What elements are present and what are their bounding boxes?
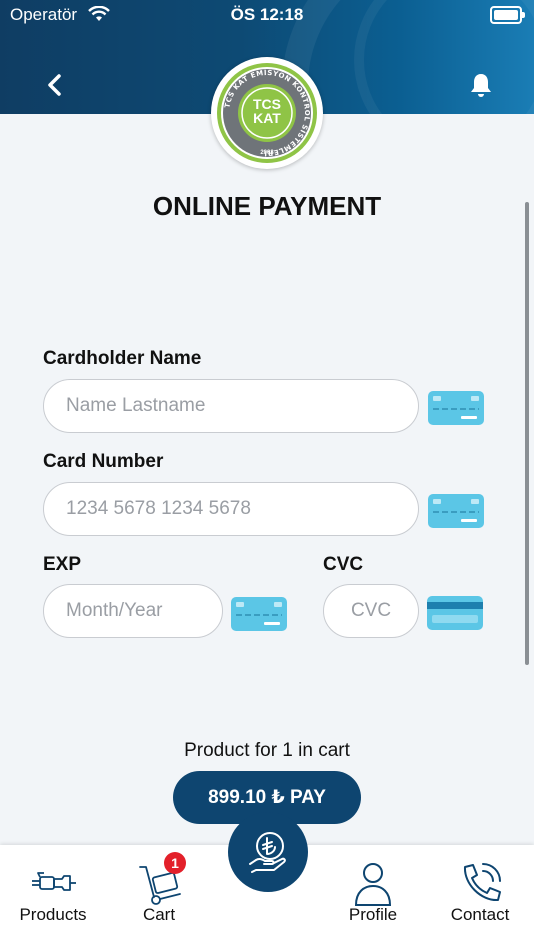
bell-icon[interactable]: [468, 71, 494, 99]
phone-icon: [463, 863, 501, 902]
battery-icon: [490, 6, 525, 24]
tab-contact-label: Contact: [450, 905, 510, 924]
logo-emblem: TCS KAT EMİSYON KONTROL SİSTEMLERİ TCS K…: [217, 63, 317, 163]
tab-cart[interactable]: Cart: [106, 845, 212, 935]
clock: ÖS 12:18: [230, 5, 304, 24]
cart-summary: Product for 1 in cart: [184, 740, 350, 761]
exp-label: EXP: [43, 554, 82, 575]
tab-profile-label: Profile: [348, 905, 398, 924]
cvc-label: CVC: [323, 554, 364, 575]
expiry-input[interactable]: Month/Year: [43, 584, 223, 638]
card-back-icon: [427, 596, 483, 630]
tab-products[interactable]: Products: [0, 845, 106, 935]
cardholder-name-label: Cardholder Name: [43, 348, 202, 369]
tab-payment[interactable]: [216, 800, 320, 904]
card-number-input[interactable]: 1234 5678 1234 5678: [43, 482, 419, 536]
card-icon: [231, 597, 287, 631]
tab-cart-label: Cart: [142, 905, 176, 924]
cvc-input[interactable]: CVC: [323, 584, 419, 638]
tab-profile[interactable]: Profile: [320, 845, 426, 935]
hand-truck-icon: [139, 866, 181, 905]
tab-contact[interactable]: Contact: [427, 845, 533, 935]
card-number-label: Card Number: [43, 451, 164, 472]
cart-badge: 1: [164, 852, 186, 874]
page-title: ONLINE PAYMENT: [152, 191, 382, 221]
card-icon: [428, 494, 484, 528]
brand-logo: TCS KAT EMİSYON KONTROL SİSTEMLERİ TCS K…: [211, 57, 323, 169]
logo-year: 2003: [260, 150, 274, 156]
cardholder-name-input[interactable]: Name Lastname: [43, 379, 419, 433]
tab-products-label: Products: [19, 905, 87, 924]
spark-plug-icon: [32, 872, 76, 891]
status-bar: Operatör ÖS 12:18: [0, 0, 534, 30]
scrollbar[interactable]: [525, 202, 529, 665]
user-icon: [354, 863, 392, 906]
card-icon: [428, 391, 484, 425]
logo-text-kat: KAT: [253, 110, 281, 126]
back-arrow-icon[interactable]: [40, 70, 70, 100]
